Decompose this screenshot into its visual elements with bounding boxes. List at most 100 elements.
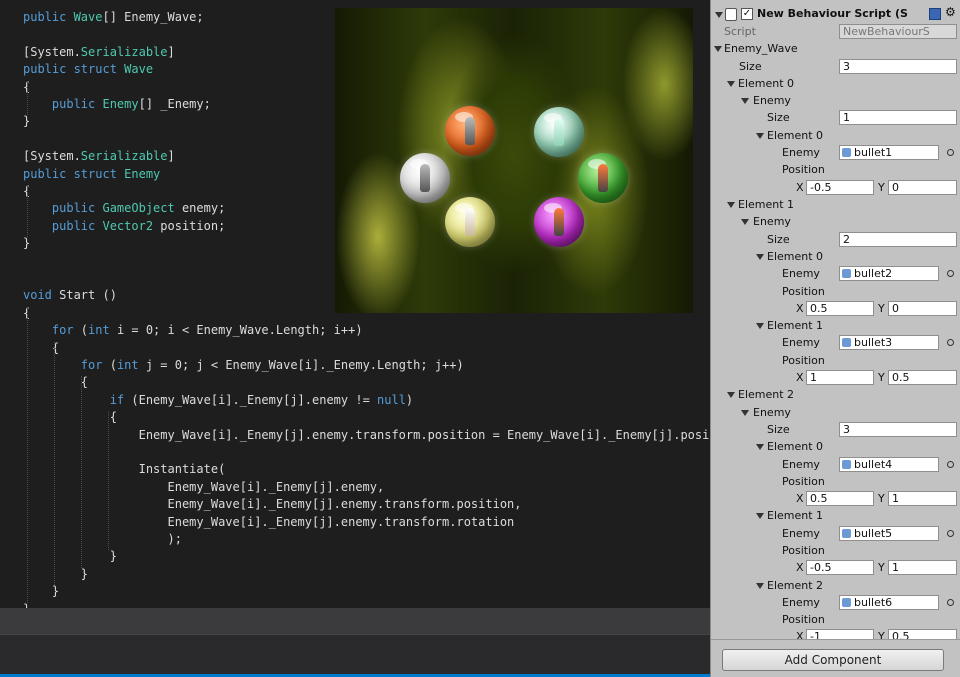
enemy-object-field[interactable]: bullet1: [839, 145, 939, 160]
enemy-element-label: Element 1: [767, 509, 824, 522]
enemy-array-foldout-icon[interactable]: [741, 410, 749, 416]
position-label: Position: [782, 544, 825, 557]
position-y-field[interactable]: 1: [888, 560, 957, 575]
enemy-array-foldout-icon[interactable]: [741, 219, 749, 225]
y-axis-label: Y: [878, 371, 885, 384]
help-book-icon[interactable]: [929, 8, 941, 20]
enemy-object-field[interactable]: bullet5: [839, 526, 939, 541]
orb-green-icon: [578, 153, 628, 203]
code-token: }: [23, 567, 89, 581]
enemy-array-label: Enemy: [753, 215, 791, 228]
enemy-array-label: Enemy: [753, 94, 791, 107]
position-x-field[interactable]: 0.5: [806, 301, 874, 316]
orb-magenta-icon: [534, 197, 584, 247]
enemy-wave-label: Enemy_Wave: [724, 42, 798, 55]
enemy-size-label: Size: [767, 111, 790, 124]
code-token: enemy;: [174, 201, 226, 215]
code-line: void Start (): [23, 287, 117, 304]
enemy-object-field[interactable]: bullet4: [839, 457, 939, 472]
object-picker-icon[interactable]: [947, 339, 954, 346]
enemy-wave-foldout-icon[interactable]: [714, 46, 722, 52]
enemy-element-foldout-icon[interactable]: [756, 513, 764, 519]
enemy-object-label: Enemy: [782, 527, 820, 540]
indent-guide: [27, 185, 28, 237]
object-picker-icon[interactable]: [947, 599, 954, 606]
enemy-size-field[interactable]: 2: [839, 232, 957, 247]
code-token: Enemy: [124, 167, 161, 181]
enemy-element-foldout-icon[interactable]: [756, 133, 764, 139]
enemy-object-label: Enemy: [782, 596, 820, 609]
code-line: Enemy_Wave[i]._Enemy[j].enemy,: [23, 479, 384, 496]
position-label: Position: [782, 285, 825, 298]
enemy-element-foldout-icon[interactable]: [756, 444, 764, 450]
position-x-field[interactable]: -0.5: [806, 560, 874, 575]
code-line: public Enemy[] _Enemy;: [23, 96, 211, 113]
enemy-object-label: Enemy: [782, 458, 820, 471]
code-token: Enemy_Wave[i]._Enemy[j].enemy.transform.…: [23, 428, 710, 442]
enemy-size-field[interactable]: 3: [839, 422, 957, 437]
component-enabled-checkbox[interactable]: ✓: [741, 8, 753, 20]
code-token: [System.: [23, 149, 81, 163]
enemy-object-name: bullet6: [854, 596, 893, 609]
enemy-size-field[interactable]: 1: [839, 110, 957, 125]
enemy-element-foldout-icon[interactable]: [756, 323, 764, 329]
code-line: [System.Serializable]: [23, 44, 175, 61]
code-line: Enemy_Wave[i]._Enemy[j].enemy.transform.…: [23, 427, 710, 444]
prefab-icon: [842, 529, 851, 538]
code-line: }: [23, 566, 88, 583]
code-line: Enemy_Wave[i]._Enemy[j].enemy.transform.…: [23, 514, 514, 531]
enemy-object-field[interactable]: bullet6: [839, 595, 939, 610]
wave-element-foldout-icon[interactable]: [727, 202, 735, 208]
inspector-footer: Add Component: [711, 639, 960, 677]
wave-element-foldout-icon[interactable]: [727, 392, 735, 398]
enemy-object-field[interactable]: bullet2: [839, 266, 939, 281]
code-line: }: [23, 235, 30, 252]
position-x-field[interactable]: 1: [806, 370, 874, 385]
orb-white-icon: [400, 153, 450, 203]
code-token: void: [23, 288, 60, 302]
object-picker-icon[interactable]: [947, 530, 954, 537]
code-line: public GameObject enemy;: [23, 200, 225, 217]
code-line: {: [23, 374, 88, 391]
wave-size-field[interactable]: 3: [839, 59, 957, 74]
wave-element-label: Element 0: [738, 77, 795, 90]
position-label: Position: [782, 354, 825, 367]
wave-element-label: Element 2: [738, 388, 795, 401]
code-line: for (int j = 0; j < Enemy_Wave[i]._Enemy…: [23, 357, 464, 374]
enemy-element-foldout-icon[interactable]: [756, 583, 764, 589]
script-icon: [725, 8, 737, 21]
orb-teal-icon: [534, 107, 584, 157]
code-token: for: [23, 358, 110, 372]
code-token: }: [23, 236, 31, 250]
wave-element-foldout-icon[interactable]: [727, 81, 735, 87]
position-x-field[interactable]: 0.5: [806, 491, 874, 506]
size-label: Size: [739, 60, 762, 73]
code-token: Enemy: [102, 97, 139, 111]
code-token: Vector2: [102, 219, 154, 233]
enemy-array-foldout-icon[interactable]: [741, 98, 749, 104]
object-picker-icon[interactable]: [947, 149, 954, 156]
position-y-field[interactable]: 1: [888, 491, 957, 506]
position-y-field[interactable]: 0.5: [888, 370, 957, 385]
enemy-array-label: Enemy: [753, 406, 791, 419]
prefab-icon: [842, 148, 851, 157]
position-y-field[interactable]: 0: [888, 180, 957, 195]
position-x-field[interactable]: -0.5: [806, 180, 874, 195]
script-field[interactable]: NewBehaviourS: [839, 24, 957, 39]
indent-guide: [108, 411, 109, 550]
wave-element-label: Element 1: [738, 198, 795, 211]
component-foldout-icon[interactable]: [715, 12, 723, 18]
add-component-button[interactable]: Add Component: [722, 649, 944, 671]
enemy-element-label: Element 0: [767, 440, 824, 453]
code-token: }: [23, 584, 60, 598]
gear-icon[interactable]: ⚙: [945, 5, 956, 19]
code-token: (: [109, 358, 117, 372]
code-line: public Vector2 position;: [23, 218, 225, 235]
object-picker-icon[interactable]: [947, 461, 954, 468]
enemy-object-field[interactable]: bullet3: [839, 335, 939, 350]
code-token: null: [377, 393, 406, 407]
enemy-object-label: Enemy: [782, 146, 820, 159]
object-picker-icon[interactable]: [947, 270, 954, 277]
position-y-field[interactable]: 0: [888, 301, 957, 316]
enemy-element-foldout-icon[interactable]: [756, 254, 764, 260]
